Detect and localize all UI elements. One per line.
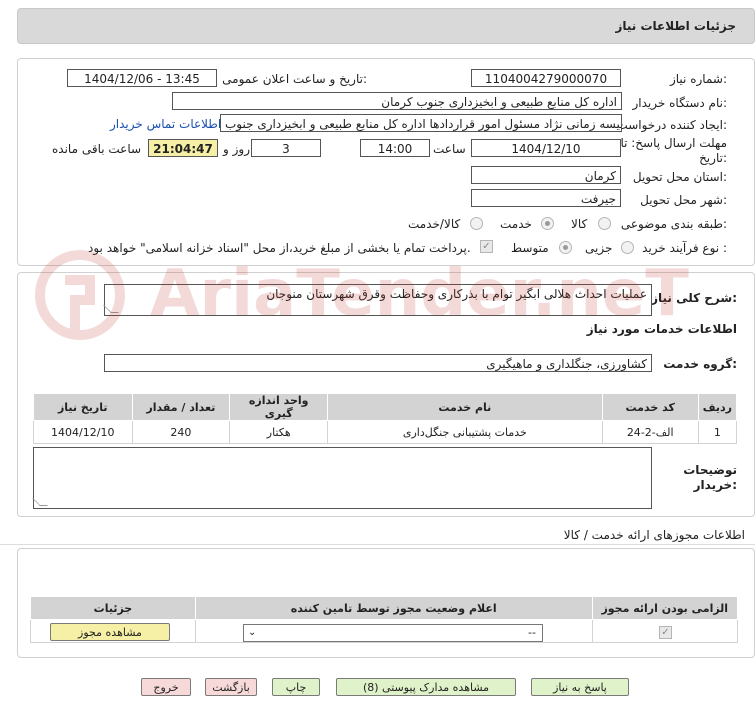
remaining-label: ساعت باقی مانده xyxy=(52,142,142,156)
category-radio-both[interactable] xyxy=(470,217,483,230)
need-number-field: 1104004279000070 xyxy=(471,69,621,87)
col-permit-required: الزامی بودن ارائه مجوز xyxy=(591,596,739,620)
buyer-notes-label: توضیحات xyxy=(683,463,737,477)
process-option-medium: متوسط xyxy=(511,241,549,255)
deadline-time-label: ساعت xyxy=(433,142,466,156)
resize-grip[interactable] xyxy=(32,498,48,506)
category-radio-service[interactable] xyxy=(541,217,554,230)
cell-service-name: خدمات پشتیبانی جنگل‌داری xyxy=(327,420,603,444)
section-divider xyxy=(0,544,755,545)
print-button[interactable]: چاپ xyxy=(272,678,320,696)
page-header: جزئیات اطلاعات نیاز xyxy=(17,8,755,44)
creator-label: ایجاد کننده درخواست: xyxy=(616,118,727,132)
exit-button[interactable]: خروج xyxy=(141,678,191,696)
back-button[interactable]: بازگشت xyxy=(205,678,257,696)
services-header-row: ردیف کد خدمت نام خدمت واحد اندازه گیری ت… xyxy=(33,393,738,421)
col-permit-status: اعلام وضعیت مجوز توسط تامین کننده xyxy=(194,596,593,620)
category-radio-goods[interactable] xyxy=(598,217,611,230)
permits-header-row: الزامی بودن ارائه مجوز اعلام وضعیت مجوز … xyxy=(30,596,739,620)
services-table: ردیف کد خدمت نام خدمت واحد اندازه گیری ت… xyxy=(33,393,738,444)
service-group-field: کشاورزی، جنگلداری و ماهیگیری xyxy=(104,354,652,372)
announce-label: تاریخ و ساعت اعلان عمومی: xyxy=(222,72,367,86)
table-row: 1 الف-2-24 خدمات پشتیبانی جنگل‌داری هکتا… xyxy=(33,420,738,444)
col-row-number: ردیف xyxy=(697,393,738,421)
category-option-goods: کالا xyxy=(571,217,588,231)
days-field: 3 xyxy=(251,139,321,157)
summary-label: شرح کلی نیاز: xyxy=(651,291,737,305)
announce-field: 1404/12/06 - 13:45 xyxy=(67,69,217,87)
cell-need-date: 1404/12/10 xyxy=(33,420,133,444)
contact-buyer-link[interactable]: اطلاعات تماس خریدار xyxy=(110,117,221,131)
cell-quantity: 240 xyxy=(131,420,231,444)
creator-field: نفیسه زمانی نژاد مسئول امور قراردادها اد… xyxy=(220,114,622,132)
summary-text: عملیات احداث هلالی ابگیر توام با بذرکاری… xyxy=(266,287,647,301)
need-number-label: شماره نیاز: xyxy=(669,72,727,86)
category-option-service: خدمت xyxy=(500,217,532,231)
services-title: اطلاعات خدمات مورد نیاز xyxy=(586,322,737,336)
permit-status-value: -- xyxy=(528,626,536,639)
permits-section-title: اطلاعات مجوزهای ارائه خدمت / کالا xyxy=(563,528,745,542)
days-label: روز و xyxy=(223,142,250,156)
respond-button[interactable]: پاسخ به نیاز xyxy=(531,678,629,696)
col-service-name: نام خدمت xyxy=(327,393,603,421)
summary-textarea[interactable]: عملیات احداث هلالی ابگیر توام با بذرکاری… xyxy=(103,284,652,316)
page-title: جزئیات اطلاعات نیاز xyxy=(615,19,736,33)
process-radio-minor[interactable] xyxy=(621,241,634,254)
city-label: شهر محل تحویل: xyxy=(640,193,727,207)
buyer-notes-label-2: خریدار: xyxy=(693,478,737,492)
deadline-date-field: 1404/12/10 xyxy=(471,139,621,157)
col-service-code: کد خدمت xyxy=(601,393,699,421)
col-permit-details: جزئیات xyxy=(30,596,196,620)
province-label: استان محل تحویل: xyxy=(632,170,727,184)
col-quantity: تعداد / مقدار xyxy=(131,393,231,421)
permit-required-checkbox[interactable]: ✓ xyxy=(659,626,672,639)
treasury-payment-checkbox[interactable]: ✓ xyxy=(480,240,493,253)
cell-row-number: 1 xyxy=(697,420,738,444)
province-field: کرمان xyxy=(471,166,621,184)
deadline-label-2: تاریخ: xyxy=(699,151,727,165)
select-chevron-icon: ⌄ xyxy=(248,627,257,638)
col-unit: واحد اندازه گیری xyxy=(229,393,329,421)
process-option-minor: جزیی xyxy=(585,241,613,255)
deadline-label: مهلت ارسال پاسخ: تا xyxy=(620,136,727,150)
category-label: طبقه بندی موضوعی: xyxy=(620,217,727,231)
buyer-label: نام دستگاه خریدار: xyxy=(632,96,728,110)
cell-service-code: الف-2-24 xyxy=(601,420,699,444)
deadline-time-field: 14:00 xyxy=(360,139,430,157)
treasury-payment-note: پرداخت تمام یا بخشی از مبلغ خرید،از محل … xyxy=(88,241,471,255)
buyer-notes-textarea[interactable] xyxy=(32,447,652,509)
service-group-label: گروه خدمت: xyxy=(663,357,737,371)
buyer-field: اداره کل منابع طبیعی و ابخیزداری جنوب کر… xyxy=(172,92,622,110)
permit-status-select[interactable]: ⌄ -- xyxy=(243,624,543,642)
cell-unit: هکتار xyxy=(229,420,329,444)
city-field: جیرفت xyxy=(471,189,621,207)
attachments-button[interactable]: مشاهده مدارک پیوستی (8) xyxy=(336,678,516,696)
category-option-both: کالا/خدمت xyxy=(408,217,461,231)
process-label: نوع فرآیند خرید : xyxy=(642,241,727,255)
col-need-date: تاریخ نیاز xyxy=(33,393,133,421)
process-radio-medium[interactable] xyxy=(559,241,572,254)
need-info-panel xyxy=(17,58,755,266)
view-permit-button[interactable]: مشاهده مجوز xyxy=(50,623,170,641)
resize-grip[interactable] xyxy=(103,305,119,313)
remaining-time-field: 21:04:47 xyxy=(148,139,218,157)
